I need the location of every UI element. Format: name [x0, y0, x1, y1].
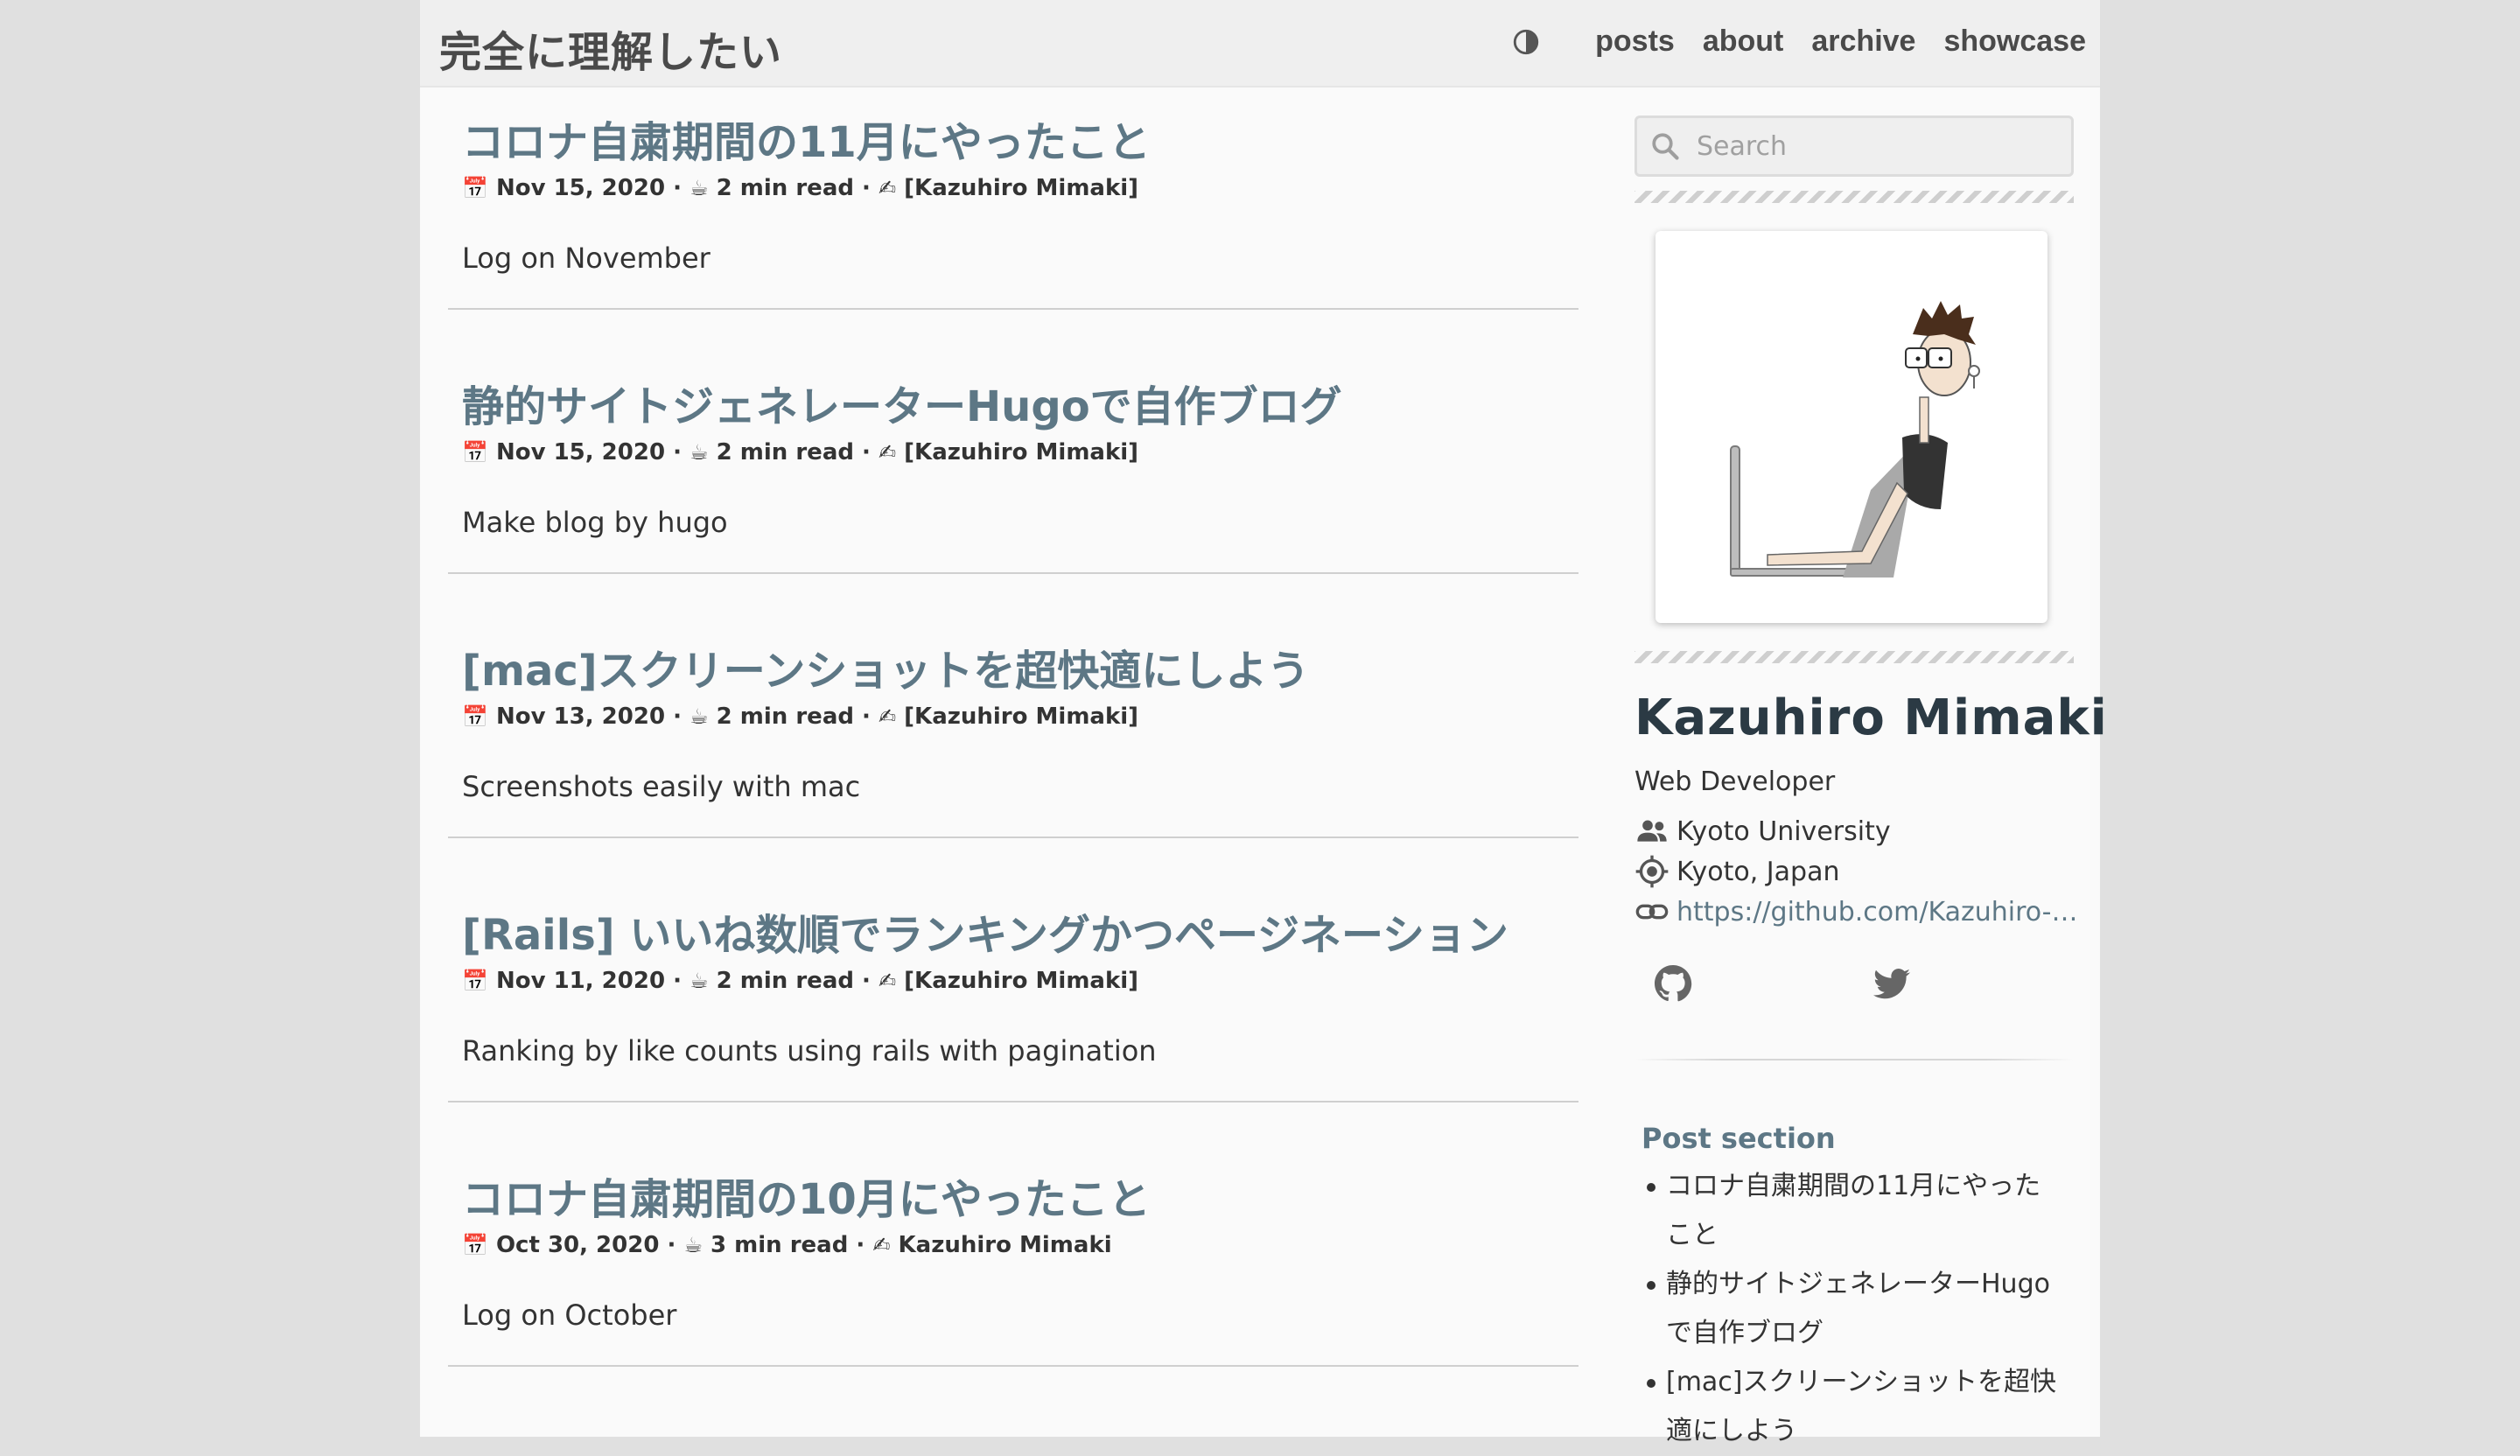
coffee-icon: ☕ — [690, 176, 709, 200]
author-role: Web Developer — [1634, 766, 1836, 797]
calendar-icon: 📅 — [462, 176, 488, 200]
post-summary: Screenshots easily with mac — [462, 770, 861, 803]
post-item: [mac]スクリーンショットを超快適にしよう 📅 Nov 13, 2020 · … — [462, 644, 1570, 803]
search-input[interactable] — [1695, 125, 2057, 167]
location: Kyoto, Japan — [1676, 856, 1840, 887]
read-time: 2 min read — [716, 439, 854, 466]
post-meta: 📅 Nov 15, 2020 · ☕ 2 min read · ✍ [Kazuh… — [462, 175, 1139, 201]
post-divider — [448, 308, 1578, 310]
post-divider — [448, 836, 1578, 838]
people-icon — [1637, 820, 1667, 842]
nav-showcase[interactable]: showcase — [1943, 24, 2086, 59]
calendar-icon: 📅 — [462, 704, 488, 729]
post-item: コロナ自粛期間の10月にやったこと 📅 Oct 30, 2020 · ☕ 3 m… — [462, 1172, 1570, 1332]
post-author: [Kazuhiro Mimaki] — [904, 968, 1139, 994]
organization-row: Kyoto University — [1634, 814, 1891, 849]
writing-hand-icon: ✍ — [878, 704, 897, 729]
post-section-list: コロナ自粛期間の11月にやったこと 静的サイトジェネレーターHugoで自作ブログ… — [1642, 1162, 2062, 1456]
search-box[interactable] — [1634, 116, 2074, 177]
post-meta: 📅 Oct 30, 2020 · ☕ 3 min read · ✍ Kazuhi… — [462, 1232, 1112, 1258]
post-section-item[interactable]: 静的サイトジェネレーターHugoで自作ブログ — [1642, 1260, 2062, 1358]
author-name: Kazuhiro Mimaki — [1634, 690, 2108, 746]
post-summary: Ranking by like counts using rails with … — [462, 1034, 1157, 1068]
post-meta: 📅 Nov 15, 2020 · ☕ 2 min read · ✍ [Kazuh… — [462, 439, 1139, 466]
calendar-icon: 📅 — [462, 440, 488, 465]
top-navbar: 完全に理解したい posts about archive showcase — [420, 0, 2100, 88]
post-meta: 📅 Nov 13, 2020 · ☕ 2 min read · ✍ [Kazuh… — [462, 704, 1139, 730]
main-nav: posts about archive showcase — [1595, 24, 2086, 59]
nav-posts[interactable]: posts — [1595, 24, 1675, 59]
calendar-icon: 📅 — [462, 969, 488, 993]
sidebar-divider — [1634, 1059, 2074, 1060]
post-title[interactable]: コロナ自粛期間の10月にやったこと — [462, 1172, 1570, 1227]
coffee-icon: ☕ — [690, 704, 709, 729]
post-section-title: Post section — [1642, 1122, 1836, 1155]
post-date: Nov 11, 2020 — [495, 968, 666, 994]
coffee-icon: ☕ — [690, 969, 709, 993]
writing-hand-icon: ✍ — [878, 440, 897, 465]
nav-archive[interactable]: archive — [1811, 24, 1915, 59]
profile-link[interactable]: https://github.com/Kazuhiro-Mimaki — [1676, 897, 2079, 928]
search-icon — [1652, 133, 1679, 160]
post-summary: Log on November — [462, 242, 710, 275]
writing-hand-icon: ✍ — [878, 969, 897, 993]
writing-hand-icon: ✍ — [878, 176, 897, 200]
post-date: Nov 15, 2020 — [495, 175, 666, 201]
read-time: 2 min read — [716, 968, 854, 994]
post-summary: Log on October — [462, 1298, 677, 1332]
avatar — [1656, 231, 2048, 623]
post-summary: Make blog by hugo — [462, 506, 728, 539]
location-target-icon — [1635, 855, 1669, 888]
post-item: 静的サイトジェネレーターHugoで自作ブログ 📅 Nov 15, 2020 · … — [462, 380, 1570, 539]
post-section-item[interactable]: [mac]スクリーンショットを超快適にしよう — [1642, 1358, 2062, 1456]
hatch-divider — [1634, 651, 2074, 663]
site-title[interactable]: 完全に理解したい — [439, 18, 782, 79]
github-icon[interactable] — [1652, 962, 1694, 1004]
twitter-icon[interactable] — [1871, 962, 1913, 1004]
post-title[interactable]: コロナ自粛期間の11月にやったこと — [462, 116, 1570, 170]
hatch-divider — [1634, 191, 2074, 203]
read-time: 2 min read — [716, 175, 854, 201]
post-item: コロナ自粛期間の11月にやったこと 📅 Nov 15, 2020 · ☕ 2 m… — [462, 116, 1570, 275]
link-icon — [1635, 904, 1669, 920]
post-divider — [448, 1101, 1578, 1102]
writing-hand-icon: ✍ — [872, 1233, 891, 1257]
post-section-item[interactable]: コロナ自粛期間の11月にやったこと — [1642, 1162, 2062, 1260]
coffee-icon: ☕ — [690, 440, 709, 465]
nav-about[interactable]: about — [1703, 24, 1784, 59]
link-row: https://github.com/Kazuhiro-Mimaki — [1634, 894, 2079, 929]
post-item: [Rails] いいね数順でランキングかつページネーション 📅 Nov 11, … — [462, 908, 1570, 1068]
post-author: Kazuhiro Mimaki — [898, 1232, 1112, 1258]
post-author: [Kazuhiro Mimaki] — [904, 175, 1139, 201]
post-title[interactable]: [Rails] いいね数順でランキングかつページネーション — [462, 908, 1570, 962]
post-date: Nov 13, 2020 — [495, 704, 666, 730]
coffee-icon: ☕ — [683, 1233, 703, 1257]
post-author: [Kazuhiro Mimaki] — [904, 439, 1139, 466]
post-meta: 📅 Nov 11, 2020 · ☕ 2 min read · ✍ [Kazuh… — [462, 968, 1139, 994]
organization: Kyoto University — [1676, 816, 1891, 847]
read-time: 2 min read — [716, 704, 854, 730]
location-row: Kyoto, Japan — [1634, 854, 1839, 889]
post-date: Nov 15, 2020 — [495, 439, 666, 466]
post-title[interactable]: 静的サイトジェネレーターHugoで自作ブログ — [462, 380, 1570, 434]
post-date: Oct 30, 2020 — [495, 1232, 660, 1258]
calendar-icon: 📅 — [462, 1233, 488, 1257]
post-divider — [448, 1365, 1578, 1367]
post-divider — [448, 572, 1578, 574]
theme-toggle-icon[interactable] — [1511, 27, 1541, 57]
post-title[interactable]: [mac]スクリーンショットを超快適にしよう — [462, 644, 1570, 698]
post-author: [Kazuhiro Mimaki] — [904, 704, 1139, 730]
avatar-illustration — [1730, 301, 1980, 578]
read-time: 3 min read — [710, 1232, 849, 1258]
